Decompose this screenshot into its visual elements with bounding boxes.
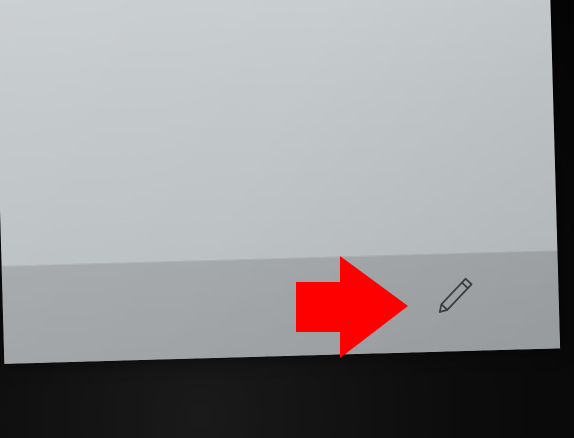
bottom-toolbar [1, 250, 561, 364]
photo-scene [0, 0, 574, 438]
device-screen [0, 0, 561, 364]
edit-button[interactable] [428, 270, 481, 323]
pencil-icon [438, 277, 473, 313]
main-content-area[interactable] [0, 0, 558, 266]
right-arrow-icon [296, 256, 408, 358]
